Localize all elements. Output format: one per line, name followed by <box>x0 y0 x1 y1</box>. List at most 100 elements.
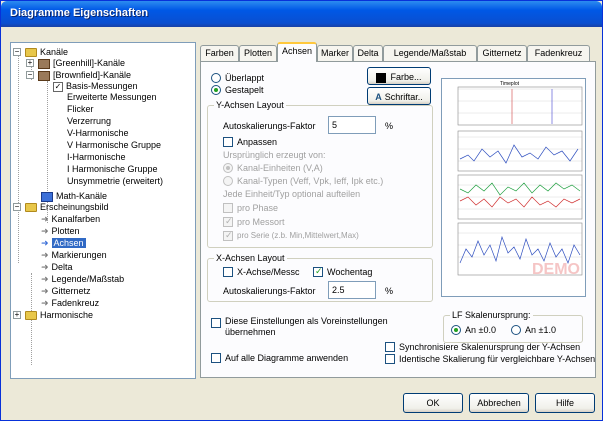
radio-ueberlappt[interactable] <box>211 73 221 83</box>
tab-legende[interactable]: Legende/Maßstab <box>383 45 477 61</box>
abbrechen-button[interactable]: Abbrechen <box>469 393 529 413</box>
tree-item-delta[interactable]: ➜ Delta <box>41 262 73 273</box>
collapse-icon[interactable]: − <box>13 203 21 211</box>
dialog-window: Diagramme Eigenschaften − Kanäle + [Gree… <box>0 0 603 421</box>
tab-gitternetz[interactable]: Gitternetz <box>477 45 527 61</box>
tab-plotten[interactable]: Plotten <box>239 45 277 61</box>
wochentag-checkbox[interactable]: ✓ <box>313 266 323 277</box>
arrow-icon: ➜ <box>41 298 49 309</box>
expand-icon[interactable]: + <box>26 59 34 67</box>
pro-serie-checkbox[interactable]: ✓ <box>223 230 233 241</box>
apply-all-checkbox[interactable] <box>211 353 221 363</box>
radio-gestapelt[interactable] <box>211 85 221 95</box>
y-layout-title: Y-Achsen Layout <box>214 100 286 110</box>
radio-an1[interactable] <box>511 325 521 335</box>
x-layout-title: X-Achsen Layout <box>214 253 287 263</box>
arrow-icon: ➜ <box>41 262 49 273</box>
tree-item-math-kanaele[interactable]: Math-Kanäle <box>41 191 107 202</box>
tree-item-legende[interactable]: ➜ Legende/Maßstab <box>41 274 124 285</box>
arrow-icon: ➜ <box>41 274 49 285</box>
tree-item-kanalfarben[interactable]: ➜ Kanalfarben <box>41 214 100 225</box>
building-icon <box>38 70 50 81</box>
arrow-icon: ➜ <box>41 250 49 261</box>
tab-farben[interactable]: Farben <box>200 45 239 61</box>
apply-all-label: Auf alle Diagramme anwenden <box>225 353 349 363</box>
building-icon <box>38 58 50 69</box>
tree-item-kanaele[interactable]: − Kanäle <box>13 47 68 58</box>
pro-serie-label: pro Serie (z.b. Min,Mittelwert,Max) <box>237 231 359 240</box>
y-autoscale-unit: % <box>385 121 394 131</box>
tree-item-i-harmonische[interactable]: I-Harmonische <box>67 152 126 163</box>
tree-item-basis-messungen[interactable]: ✓ Basis-Messungen <box>53 81 138 92</box>
tree-item-plotten[interactable]: ➜ Plotten <box>41 226 80 237</box>
ursprung-label: Ursprünglich erzeugt von: <box>223 150 326 160</box>
y-autoscale-input[interactable]: 5 <box>328 116 376 134</box>
sync-checkbox[interactable] <box>385 342 395 352</box>
arrow-icon: ➜ <box>41 286 49 297</box>
y-autoscale-label: Autoskalierungs-Faktor <box>223 121 316 131</box>
farbe-button[interactable]: Farbe... <box>367 67 431 85</box>
tree-item-i-harmonische-gruppe[interactable]: I Harmonische Gruppe <box>67 164 158 175</box>
identische-skalierung-label: Identische Skalierung für vergleichbare … <box>399 354 596 364</box>
lf-title: LF Skalenursprung: <box>450 310 533 320</box>
tree-item-v-harmonische[interactable]: V-Harmonische <box>67 128 129 139</box>
folder-open-icon <box>25 203 37 213</box>
kanal-typen-label: Kanal-Typen (Veff, Vpk, Ieff, Ipk etc.) <box>237 176 384 186</box>
folder-icon <box>25 48 37 58</box>
tree-item-v-harmonische-gruppe[interactable]: V Harmonische Gruppe <box>67 140 161 151</box>
radio-kanal-typen[interactable] <box>223 176 233 186</box>
wochentag-label: Wochentag <box>327 267 373 277</box>
tree-item-erweiterte-messungen[interactable]: Erweiterte Messungen <box>67 92 157 103</box>
x-autoscale-unit: % <box>385 286 394 296</box>
arrow-icon: ➜ <box>41 214 49 225</box>
pro-messort-label: pro Messort <box>237 217 285 227</box>
tree-item-achsen[interactable]: ➜ Achsen <box>41 238 86 249</box>
arrow-icon: ➜ <box>41 238 49 249</box>
tab-fadenkreuz[interactable]: Fadenkreuz <box>527 45 590 61</box>
identische-skalierung-checkbox[interactable] <box>385 354 395 364</box>
expand-icon[interactable]: + <box>13 311 21 319</box>
settings-tree[interactable]: − Kanäle + [Greenhill]-Kanäle − [Brownfi… <box>10 42 196 379</box>
tree-item-brownfield[interactable]: − [Brownfield]-Kanäle <box>26 70 131 81</box>
tree-item-unsymmetrie[interactable]: Unsymmetrie (erweitert) <box>67 176 163 187</box>
pro-messort-checkbox[interactable]: ✓ <box>223 216 233 227</box>
x-autoscale-input[interactable]: 2.5 <box>328 281 376 299</box>
defaults-checkbox[interactable] <box>211 318 221 328</box>
tree-item-flicker[interactable]: Flicker <box>67 104 94 115</box>
x-autoscale-label: Autoskalierungs-Faktor <box>223 286 316 296</box>
tree-item-fadenkreuz[interactable]: ➜ Fadenkreuz <box>41 298 99 309</box>
tab-delta[interactable]: Delta <box>353 45 383 61</box>
hilfe-button[interactable]: Hilfe <box>535 393 595 413</box>
collapse-icon[interactable]: − <box>26 71 34 79</box>
tree-item-gitternetz[interactable]: ➜ Gitternetz <box>41 286 91 297</box>
pro-phase-checkbox[interactable] <box>223 203 233 213</box>
kanal-einheiten-label: Kanal-Einheiten (V,A) <box>237 163 323 173</box>
collapse-icon[interactable]: − <box>13 48 21 56</box>
x-achse-messort-checkbox[interactable] <box>223 267 233 277</box>
radio-kanal-einheiten[interactable] <box>223 163 233 173</box>
title-bar[interactable]: Diagramme Eigenschaften <box>1 1 602 27</box>
sync-label: Synchronisiere Skalenursprung der Y-Achs… <box>399 342 581 352</box>
tree-item-erscheinungsbild[interactable]: − Erscheinungsbild <box>13 202 109 213</box>
pro-phase-label: pro Phase <box>237 203 279 213</box>
tree-item-greenhill[interactable]: + [Greenhill]-Kanäle <box>26 58 125 69</box>
radio-an0[interactable] <box>451 325 461 335</box>
tree-item-markierungen[interactable]: ➜ Markierungen <box>41 250 107 261</box>
defaults-label: Diese Einstellungen als Voreinstellungen… <box>225 316 388 337</box>
demo-watermark: DEMO <box>532 261 580 278</box>
schriftart-button[interactable]: A Schriftar.. <box>367 87 431 105</box>
checkbox-icon: ✓ <box>53 81 63 92</box>
ok-button[interactable]: OK <box>403 393 463 413</box>
tab-strip: Farben Plotten Achsen Marker Delta Legen… <box>200 42 596 62</box>
tab-achsen[interactable]: Achsen <box>277 42 317 62</box>
anpassen-checkbox[interactable] <box>223 137 233 147</box>
chart-preview: Timeplot DEMO <box>441 78 586 297</box>
jede-einheit-label: Jede Einheit/Typ optional aufteilen <box>223 189 361 199</box>
math-icon <box>41 191 53 202</box>
tree-item-verzerrung[interactable]: Verzerrung <box>67 116 111 127</box>
tree-item-harmonische[interactable]: + Harmonische <box>13 310 93 321</box>
gestapelt-label: Gestapelt <box>225 85 264 95</box>
folder-icon <box>25 311 37 321</box>
tab-marker[interactable]: Marker <box>317 45 353 61</box>
ueberlappt-label: Überlappt <box>225 73 265 83</box>
